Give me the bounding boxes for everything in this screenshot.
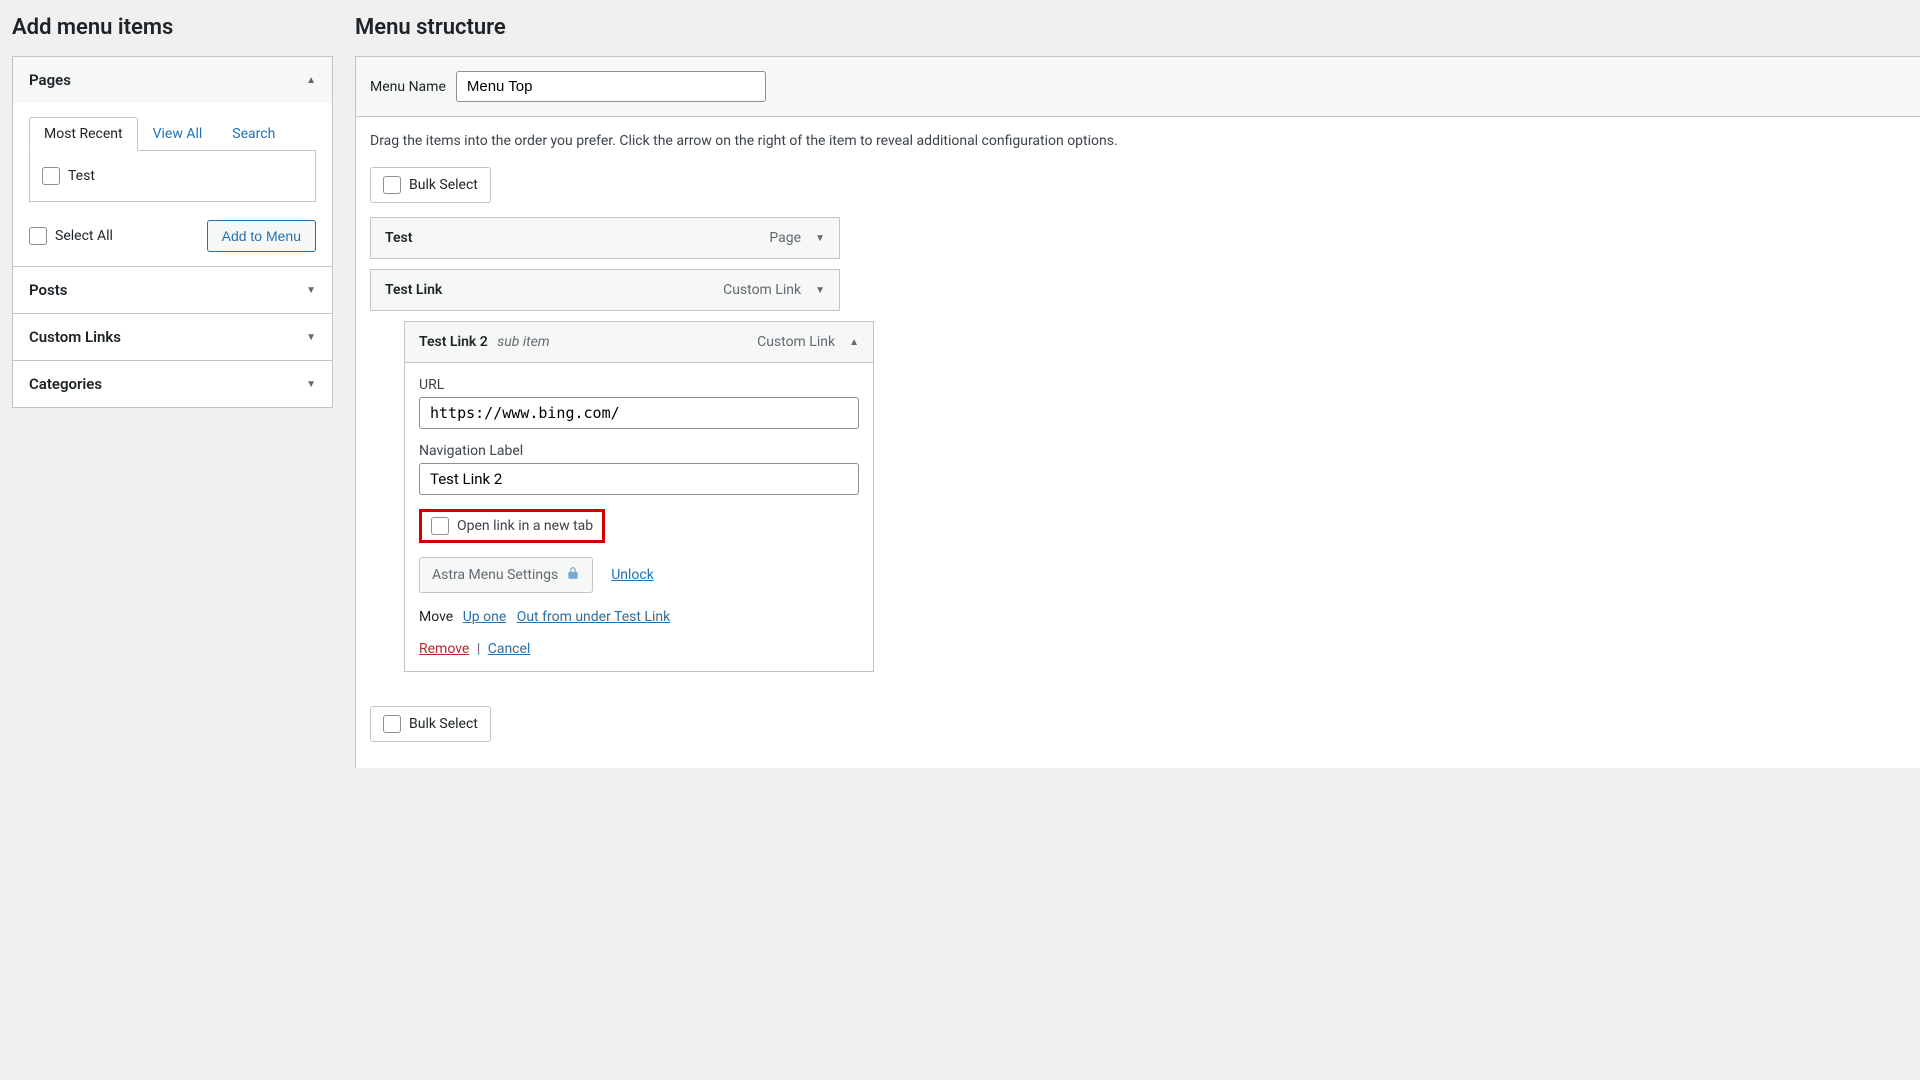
sub-item-label: sub item (497, 334, 549, 350)
page-item-test-checkbox[interactable] (42, 167, 60, 185)
tab-most-recent[interactable]: Most Recent (29, 117, 138, 151)
caret-down-icon: ▼ (306, 332, 316, 343)
menu-structure-panel: Menu Name Drag the items into the order … (355, 56, 1920, 768)
menu-name-input[interactable] (456, 71, 766, 102)
bulk-select-top-checkbox[interactable] (383, 176, 401, 194)
url-input[interactable] (419, 397, 859, 429)
pages-tabs: Most Recent View All Search (29, 117, 316, 151)
categories-label: Categories (29, 375, 102, 393)
menu-item-test-link-2-title: Test Link 2 (419, 334, 488, 350)
add-menu-items-title: Add menu items (12, 15, 333, 40)
caret-down-icon[interactable]: ▼ (815, 233, 825, 244)
astra-menu-settings-label: Astra Menu Settings (432, 567, 558, 583)
select-all-row[interactable]: Select All (29, 227, 113, 245)
open-new-tab-checkbox[interactable] (431, 517, 449, 535)
tab-search[interactable]: Search (217, 117, 290, 151)
move-out-link[interactable]: Out from under Test Link (517, 609, 670, 625)
move-up-one-link[interactable]: Up one (463, 609, 507, 625)
categories-accordion-header[interactable]: Categories ▼ (13, 361, 332, 407)
custom-links-label: Custom Links (29, 328, 121, 346)
menu-name-label: Menu Name (370, 79, 446, 95)
open-new-tab-highlight: Open link in a new tab (419, 509, 605, 543)
pages-label: Pages (29, 71, 71, 89)
caret-down-icon[interactable]: ▼ (815, 285, 825, 296)
page-item-test[interactable]: Test (42, 163, 303, 189)
posts-accordion-header[interactable]: Posts ▼ (13, 267, 332, 313)
caret-down-icon: ▼ (306, 379, 316, 390)
menu-item-test-title: Test (385, 230, 412, 246)
bulk-select-top[interactable]: Bulk Select (370, 167, 491, 203)
select-all-checkbox[interactable] (29, 227, 47, 245)
add-menu-accordion: Pages ▲ Most Recent View All Search Test (12, 56, 333, 408)
menu-item-settings: URL Navigation Label Open link in a new … (404, 363, 874, 672)
menu-item-test-link[interactable]: Test Link Custom Link ▼ (370, 269, 840, 311)
cancel-link[interactable]: Cancel (488, 641, 531, 657)
page-item-test-label: Test (68, 168, 95, 184)
open-new-tab-label: Open link in a new tab (457, 518, 593, 534)
menu-item-test[interactable]: Test Page ▼ (370, 217, 840, 259)
unlock-link[interactable]: Unlock (611, 567, 654, 583)
posts-label: Posts (29, 281, 67, 299)
navigation-label-label: Navigation Label (419, 443, 859, 459)
add-to-menu-button[interactable]: Add to Menu (207, 220, 316, 252)
tab-view-all[interactable]: View All (138, 117, 218, 151)
caret-up-icon: ▲ (306, 75, 316, 86)
caret-down-icon: ▼ (306, 285, 316, 296)
menu-item-test-link-title: Test Link (385, 282, 442, 298)
pages-list: Test (29, 150, 316, 202)
menu-item-test-type: Page (769, 230, 801, 246)
separator: | (473, 641, 484, 657)
menu-item-test-link-type: Custom Link (723, 282, 801, 298)
astra-menu-settings-button[interactable]: Astra Menu Settings (419, 557, 593, 593)
remove-link[interactable]: Remove (419, 641, 469, 657)
select-all-label: Select All (55, 228, 113, 244)
bulk-select-bottom[interactable]: Bulk Select (370, 706, 491, 742)
pages-accordion-body: Most Recent View All Search Test Se (13, 103, 332, 266)
bulk-select-top-label: Bulk Select (409, 177, 478, 193)
lock-icon (566, 566, 580, 584)
menu-item-test-link-2[interactable]: Test Link 2 sub item Custom Link ▲ (404, 321, 874, 363)
menu-item-test-link-2-type: Custom Link (757, 334, 835, 350)
url-label: URL (419, 377, 859, 393)
custom-links-accordion-header[interactable]: Custom Links ▼ (13, 314, 332, 360)
bulk-select-bottom-checkbox[interactable] (383, 715, 401, 733)
menu-structure-title: Menu structure (355, 15, 1920, 40)
move-label: Move (419, 609, 453, 625)
menu-instructions: Drag the items into the order you prefer… (356, 117, 1920, 159)
pages-accordion-header[interactable]: Pages ▲ (13, 57, 332, 103)
bulk-select-bottom-label: Bulk Select (409, 716, 478, 732)
caret-up-icon[interactable]: ▲ (849, 337, 859, 348)
navigation-label-input[interactable] (419, 463, 859, 495)
